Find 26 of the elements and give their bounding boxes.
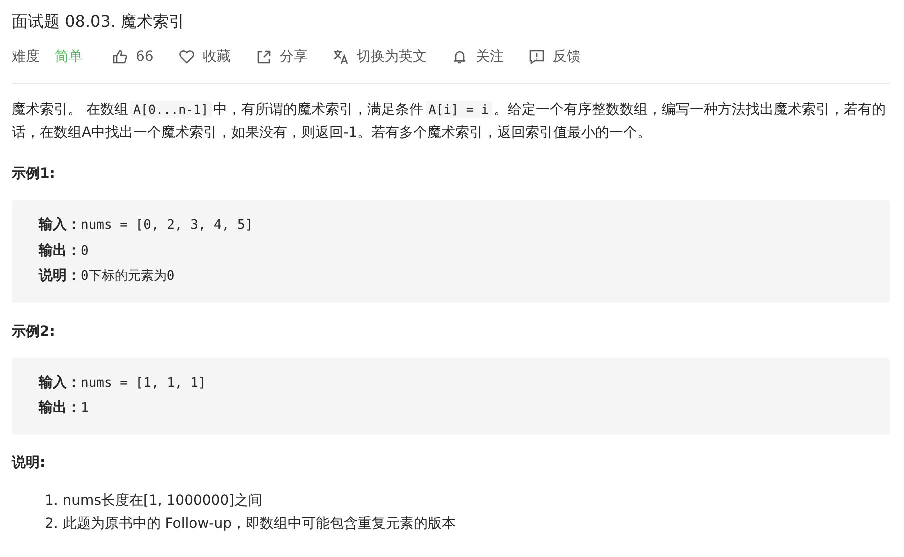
translate-button[interactable]: 切换为英文 [332,48,427,66]
problem-title: 面试题 08.03. 魔术索引 [12,11,186,33]
follow-button[interactable]: 关注 [452,48,504,66]
message-alert-icon [528,49,545,65]
note-item: 2. 此题为原书中的 Follow-up，即数组中可能包含重复元素的版本 [45,514,457,534]
share-button[interactable]: 分享 [256,48,308,66]
share-icon [256,49,272,65]
example-heading: 示例1: [12,165,56,184]
example-line: 输入：nums = [1, 1, 1] [39,374,208,392]
bell-icon [452,49,468,65]
notes-heading: 说明: [12,454,47,472]
difficulty-value: 简单 [55,48,83,66]
note-item: 1. nums长度在[1, 1000000]之间 [45,492,264,510]
heart-icon [178,49,195,65]
example-line: 输出：1 [39,399,90,418]
example-heading: 示例2: [12,322,56,342]
problem-description: 魔术索引。 在数组 A[0...n-1] 中，有所谓的魔术索引，满足条件 A[i] = i 。给定一个有序整数数组，编写一种方法找出魔术索引，若有的话，在数组A中找出一个魔术索引，如果没有，则返回-1。若有多个魔术索引，返回索引值最小的一个。 [12,100,887,143]
thumbs-up-icon [112,49,128,65]
example-line: 输出：0 [39,242,90,260]
feedback-button[interactable]: 反馈 [528,48,581,66]
example-line: 输入：nums = [0, 2, 3, 4, 5] [39,216,254,235]
difficulty-label: 难度 [12,48,40,66]
translate-icon [332,49,349,65]
like-button[interactable]: 66 [112,49,154,65]
example-line: 说明：0下标的元素为0 [39,267,176,286]
favorite-button[interactable]: 收藏 [178,48,231,66]
